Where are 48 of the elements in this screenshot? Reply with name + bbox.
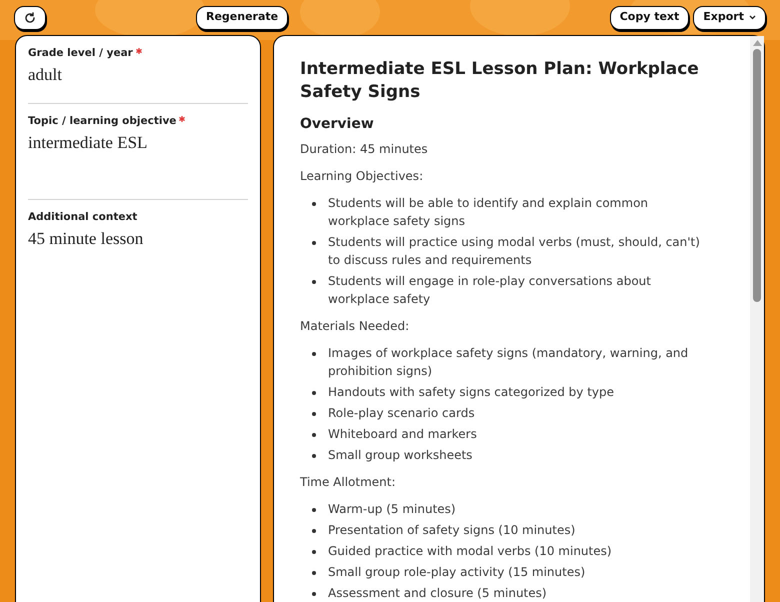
input-field[interactable]: Grade level / year adult: [28, 46, 248, 104]
list-item: Students will be able to identify and explain common workplace safety signs: [328, 196, 648, 228]
chevron-down-icon: [749, 15, 756, 20]
input-field[interactable]: Topic / learning objective intermediate ESL: [28, 114, 248, 200]
bullet-icon: [312, 241, 316, 245]
refresh-button[interactable]: [14, 6, 46, 30]
bullet-icon: [312, 202, 316, 206]
field-value: intermediate ESL: [28, 132, 148, 154]
field-value: adult: [28, 64, 63, 86]
document-title: Intermediate ESL Lesson Plan: Workplace Safety Signs: [300, 58, 700, 104]
list-item: Students will practice using modal verbs (must, should, can't) to discuss rules and requirements: [328, 235, 700, 267]
list-item: Role-play scenario cards: [328, 406, 475, 420]
list-item: Assessment and closure (5 minutes): [328, 586, 547, 600]
bullet-icon: [312, 571, 316, 575]
field-label: Additional context: [28, 210, 138, 225]
list-item: Guided practice with modal verbs (10 minutes): [328, 544, 612, 558]
list-item: Handouts with safety signs categorized by type: [328, 385, 614, 399]
list-item: Presentation of safety signs (10 minutes): [328, 523, 576, 537]
scrollbar-thumb[interactable]: [753, 49, 761, 302]
list-item: Images of workplace safety signs (mandatory, warning, and prohibition signs): [328, 346, 688, 378]
copy-text-button[interactable]: Copy text: [610, 6, 690, 30]
bullet-icon: [312, 592, 316, 596]
list-item: Students will engage in role-play conversations about workplace safety: [328, 274, 651, 306]
paragraph: Learning Objectives:: [300, 168, 424, 185]
regenerate-button[interactable]: Regenerate: [196, 6, 288, 30]
paragraph: Duration: 45 minutes: [300, 141, 429, 158]
bullet-icon: [312, 508, 316, 512]
field-label: Grade level / year: [28, 46, 133, 61]
input-field[interactable]: Additional context 45 minute lesson: [28, 210, 248, 258]
bullet-icon: [312, 391, 316, 395]
field-label: Topic / learning objective: [28, 114, 176, 129]
bullet-icon: [312, 454, 316, 458]
list-item: Whiteboard and markers: [328, 427, 477, 441]
field-value: 45 minute lesson: [28, 228, 144, 250]
paragraph: Time Allotment:: [300, 474, 397, 491]
list-item: Small group worksheets: [328, 448, 472, 462]
bullet-icon: [312, 352, 316, 356]
bullet-icon: [312, 280, 316, 284]
bullet-icon: [312, 412, 316, 416]
refresh-icon: [24, 12, 36, 24]
bullet-icon: [312, 529, 316, 533]
paragraph: Materials Needed:: [300, 318, 410, 335]
bullet-icon: [312, 550, 316, 554]
bullet-icon: [312, 433, 316, 437]
section-heading: Overview: [300, 115, 375, 134]
list-item: Warm-up (5 minutes): [328, 502, 456, 516]
export-button[interactable]: Export: [693, 6, 766, 30]
list-item: Small group role-play activity (15 minutes): [328, 565, 586, 579]
